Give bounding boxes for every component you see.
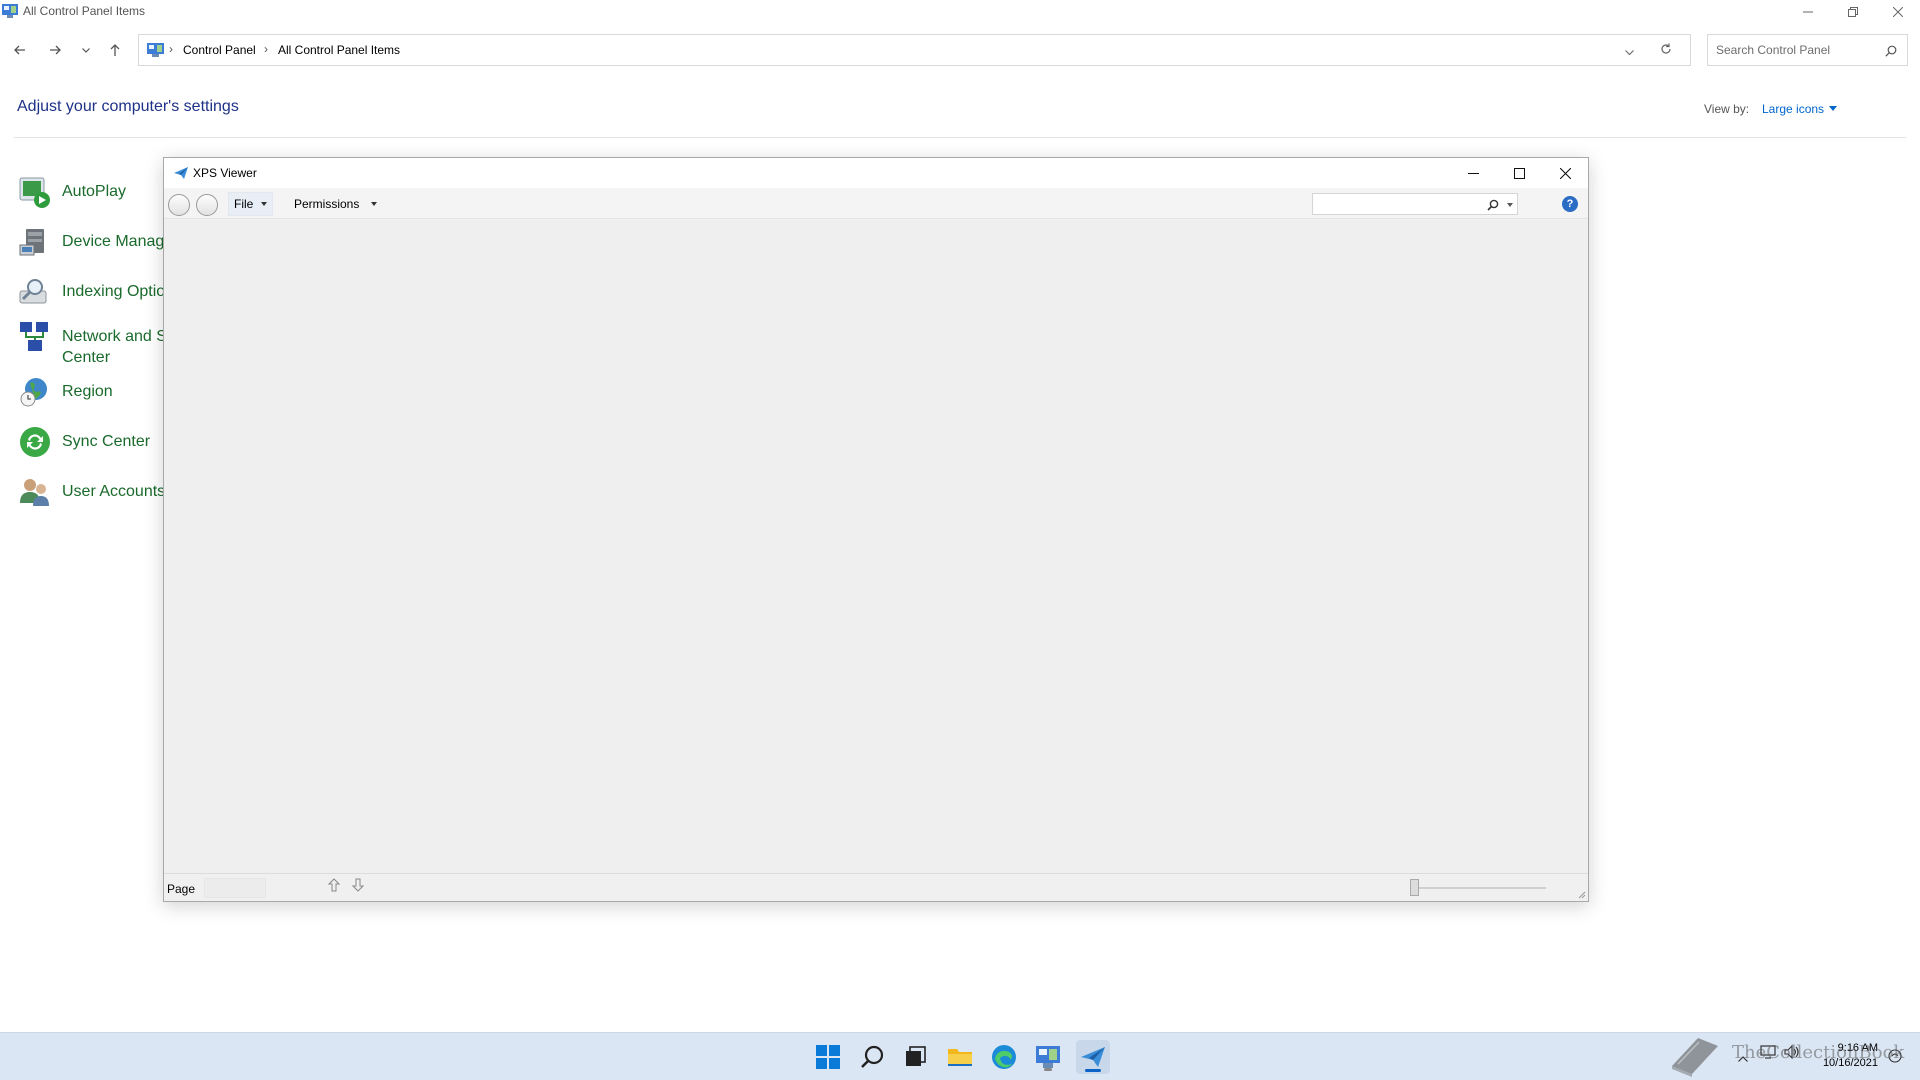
control-panel-icon (2, 4, 18, 18)
resize-grip-icon[interactable] (1577, 890, 1586, 899)
chevron-down-icon (261, 202, 268, 206)
window-title: All Control Panel Items (23, 4, 146, 18)
divider (14, 137, 1906, 138)
control-panel-icon (147, 43, 164, 57)
document-area[interactable] (164, 220, 1588, 874)
xps-viewer-icon[interactable] (1076, 1040, 1110, 1074)
breadcrumb-control-panel[interactable]: Control Panel (183, 43, 256, 57)
breadcrumb-separator: › (264, 42, 268, 56)
search-control-panel-input[interactable]: Search Control Panel (1707, 34, 1908, 66)
search-options-chevron-icon[interactable] (1507, 203, 1513, 207)
region-globe-icon (20, 378, 47, 407)
active-indicator (1085, 1069, 1101, 1072)
task-view-icon[interactable] (899, 1041, 931, 1073)
page-heading: Adjust your computer's settings (17, 98, 239, 115)
device-manager-icon (19, 229, 44, 256)
desktop: All Control Panel Items › Control Panel … (0, 0, 1920, 1080)
cp-item-indexing-options[interactable]: Indexing Optio (18, 275, 178, 315)
back-arrow-icon[interactable] (5, 34, 35, 66)
cp-item-autoplay[interactable]: AutoPlay (18, 175, 178, 215)
file-explorer-icon[interactable] (944, 1041, 976, 1073)
address-dropdown-icon[interactable] (1625, 43, 1634, 61)
control-panel-titlebar: All Control Panel Items (0, 0, 1920, 24)
back-button[interactable] (168, 194, 190, 216)
running-indicator (1044, 1068, 1052, 1071)
view-by-dropdown[interactable]: Large icons (1762, 102, 1824, 116)
xps-status-bar: Page (164, 873, 1588, 901)
permissions-menu[interactable]: Permissions (289, 192, 382, 216)
cp-item-sync-center[interactable]: Sync Center (18, 425, 178, 465)
file-menu[interactable]: File (228, 192, 274, 216)
xps-search-input[interactable] (1312, 193, 1518, 215)
forward-button[interactable] (196, 194, 218, 216)
xps-minimize-button[interactable] (1450, 158, 1496, 188)
sync-center-icon (20, 427, 50, 457)
previous-page-icon[interactable] (327, 878, 341, 895)
breadcrumb-separator: › (169, 42, 173, 56)
minimize-button[interactable] (1785, 0, 1830, 24)
start-icon[interactable] (812, 1041, 844, 1073)
edge-icon[interactable] (988, 1041, 1020, 1073)
breadcrumb-all-items[interactable]: All Control Panel Items (278, 43, 400, 57)
search-icon[interactable] (1885, 44, 1897, 62)
cp-item-region[interactable]: Region (18, 375, 178, 415)
control-panel-icon[interactable] (1032, 1041, 1064, 1073)
navigation-bar: › Control Panel › All Control Panel Item… (0, 34, 1920, 66)
user-accounts-icon (20, 479, 49, 506)
up-arrow-icon[interactable] (100, 34, 130, 66)
chevron-down-icon (371, 202, 378, 206)
recent-locations-chevron-icon[interactable] (71, 34, 101, 66)
network-icon (20, 322, 48, 351)
close-button[interactable] (1875, 0, 1920, 24)
forward-arrow-icon[interactable] (40, 34, 70, 66)
address-bar[interactable]: › Control Panel › All Control Panel Item… (138, 34, 1691, 66)
refresh-icon[interactable] (1660, 42, 1672, 60)
view-by-label: View by: (1704, 102, 1750, 116)
taskbar: 9:16 AM 10/16/2021 (0, 1032, 1920, 1080)
restore-button[interactable] (1830, 0, 1875, 24)
help-icon[interactable]: ? (1562, 196, 1578, 212)
xps-viewer-window: XPS Viewer File Permissions ? Page (163, 157, 1589, 902)
zoom-slider-track[interactable] (1412, 887, 1546, 889)
xps-maximize-button[interactable] (1496, 158, 1542, 188)
indexing-options-icon (19, 279, 47, 304)
zoom-slider-thumb[interactable] (1410, 879, 1419, 896)
watermark-text: TheCollectionBook (1732, 1042, 1905, 1063)
cp-item-user-accounts[interactable]: User Accounts (18, 475, 178, 515)
watermark-book-icon (1672, 1038, 1718, 1077)
search-icon[interactable] (1487, 198, 1499, 216)
autoplay-icon (19, 177, 50, 208)
xps-titlebar: XPS Viewer (164, 158, 1588, 188)
search-icon[interactable] (856, 1041, 888, 1073)
xps-toolbar: File Permissions ? (164, 188, 1588, 219)
page-number-input[interactable] (204, 878, 266, 898)
page-label: Page (167, 882, 196, 896)
view-by-caret-icon[interactable] (1829, 106, 1837, 111)
cp-item-network-sharing[interactable]: Network and S Center (18, 320, 178, 370)
xps-close-button[interactable] (1542, 158, 1588, 188)
xps-window-title: XPS Viewer (193, 166, 257, 180)
cp-item-device-manager[interactable]: Device Manage (18, 225, 178, 265)
xps-viewer-icon (174, 167, 188, 179)
next-page-icon[interactable] (351, 878, 365, 895)
